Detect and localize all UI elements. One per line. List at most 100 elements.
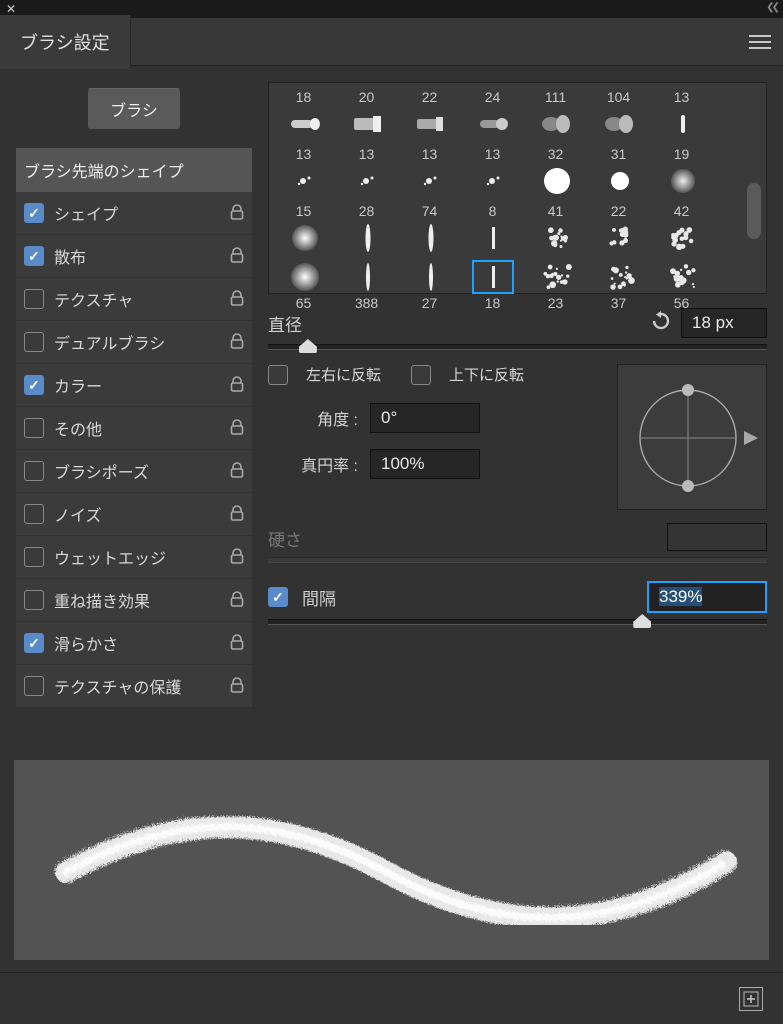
lock-icon[interactable] xyxy=(228,246,248,266)
brush-thumbnail[interactable]: 388 xyxy=(335,257,398,314)
spacing-slider[interactable] xyxy=(268,619,767,625)
new-preset-icon[interactable] xyxy=(739,987,763,1011)
thumb-size: 24 xyxy=(461,88,524,106)
option-row-0[interactable]: シェイプ xyxy=(16,192,252,235)
lock-icon[interactable] xyxy=(228,461,248,481)
option-label: その他 xyxy=(54,416,228,440)
brush-thumbnail[interactable]: 37 xyxy=(587,257,650,314)
brush-thumbnail[interactable]: 19 xyxy=(650,143,713,200)
brush-thumbnail[interactable]: 13 xyxy=(272,143,335,200)
thumb-size: 23 xyxy=(524,294,587,312)
option-checkbox[interactable] xyxy=(24,418,44,438)
thumb-size: 15 xyxy=(272,202,335,220)
option-checkbox[interactable] xyxy=(24,375,44,395)
flip-y-checkbox[interactable] xyxy=(411,365,431,385)
tab-brush-settings[interactable]: ブラシ設定 xyxy=(0,15,131,69)
brush-thumbnail[interactable]: 111 xyxy=(524,86,587,143)
option-checkbox[interactable] xyxy=(24,590,44,610)
brush-tip-shape-header[interactable]: ブラシ先端のシェイプ xyxy=(16,148,252,192)
thumb-size: 13 xyxy=(461,145,524,163)
diameter-slider[interactable] xyxy=(268,344,767,350)
lock-icon[interactable] xyxy=(228,676,248,696)
flip-x-checkbox[interactable] xyxy=(268,365,288,385)
brush-thumbnail[interactable]: 22 xyxy=(398,86,461,143)
option-checkbox[interactable] xyxy=(24,504,44,524)
option-row-3[interactable]: デュアルブラシ xyxy=(16,321,252,364)
brush-thumbnail[interactable]: 18 xyxy=(272,86,335,143)
brush-thumbnail[interactable]: 32 xyxy=(524,143,587,200)
brush-thumbnail[interactable]: 42 xyxy=(650,200,713,257)
hardness-row: 硬さ xyxy=(268,522,767,551)
option-checkbox[interactable] xyxy=(24,461,44,481)
options-list: シェイプ散布テクスチャデュアルブラシカラーその他ブラシポーズノイズウェットエッジ… xyxy=(16,192,252,708)
brush-thumbnail[interactable]: 27 xyxy=(398,257,461,314)
lock-icon[interactable] xyxy=(228,547,248,567)
spacing-input[interactable]: 339% xyxy=(647,581,767,613)
option-label: ノイズ xyxy=(54,502,228,526)
brush-thumbnail[interactable]: 13 xyxy=(650,86,713,143)
option-row-8[interactable]: ウェットエッジ xyxy=(16,536,252,579)
brush-button-label: ブラシ xyxy=(110,103,158,120)
brush-thumbnail[interactable]: 13 xyxy=(398,143,461,200)
brush-thumbnail[interactable]: 65 xyxy=(272,257,335,314)
option-checkbox[interactable] xyxy=(24,633,44,653)
thumb-size: 388 xyxy=(335,294,398,312)
thumb-size: 8 xyxy=(461,202,524,220)
roundness-input[interactable]: 100% xyxy=(370,449,480,479)
option-row-11[interactable]: テクスチャの保護 xyxy=(16,665,252,708)
brush-thumbnail[interactable]: 18 xyxy=(461,257,524,314)
option-row-2[interactable]: テクスチャ xyxy=(16,278,252,321)
brush-thumbnail[interactable]: 31 xyxy=(587,143,650,200)
option-row-7[interactable]: ノイズ xyxy=(16,493,252,536)
option-row-9[interactable]: 重ね描き効果 xyxy=(16,579,252,622)
lock-icon[interactable] xyxy=(228,203,248,223)
option-row-10[interactable]: 滑らかさ xyxy=(16,622,252,665)
option-label: ブラシポーズ xyxy=(54,459,228,483)
option-checkbox[interactable] xyxy=(24,547,44,567)
option-checkbox[interactable] xyxy=(24,289,44,309)
spacing-checkbox[interactable] xyxy=(268,587,288,607)
brush-thumbnail[interactable]: 15 xyxy=(272,200,335,257)
collapse-icon[interactable]: ❮❮ xyxy=(766,2,777,16)
lock-icon[interactable] xyxy=(228,633,248,653)
brush-button[interactable]: ブラシ xyxy=(87,88,181,130)
thumb-size: 20 xyxy=(335,88,398,106)
lock-icon[interactable] xyxy=(228,375,248,395)
brush-thumbnail[interactable]: 22 xyxy=(587,200,650,257)
lock-icon[interactable] xyxy=(228,289,248,309)
brush-thumbnail[interactable]: 56 xyxy=(650,257,713,314)
option-checkbox[interactable] xyxy=(24,203,44,223)
brush-thumbnail[interactable]: 20 xyxy=(335,86,398,143)
brush-thumbnail[interactable]: 13 xyxy=(335,143,398,200)
option-checkbox[interactable] xyxy=(24,332,44,352)
brush-thumbnail[interactable]: 8 xyxy=(461,200,524,257)
brush-thumbnail[interactable]: 28 xyxy=(335,200,398,257)
angle-roundness-dial[interactable] xyxy=(617,364,767,510)
brush-thumbnail[interactable]: 74 xyxy=(398,200,461,257)
option-row-5[interactable]: その他 xyxy=(16,407,252,450)
lock-icon[interactable] xyxy=(228,590,248,610)
thumbnail-scrollbar[interactable] xyxy=(747,183,761,239)
lock-icon[interactable] xyxy=(228,332,248,352)
brush-thumbnail[interactable]: 13 xyxy=(461,143,524,200)
panel-menu-icon[interactable] xyxy=(749,34,771,50)
option-checkbox[interactable] xyxy=(24,246,44,266)
option-row-4[interactable]: カラー xyxy=(16,364,252,407)
brush-thumbnail[interactable]: 23 xyxy=(524,257,587,314)
option-row-1[interactable]: 散布 xyxy=(16,235,252,278)
brush-thumbnail[interactable]: 41 xyxy=(524,200,587,257)
sidebar: ブラシ ブラシ先端のシェイプ シェイプ散布テクスチャデュアルブラシカラーその他ブ… xyxy=(16,82,252,708)
option-row-6[interactable]: ブラシポーズ xyxy=(16,450,252,493)
option-label: 滑らかさ xyxy=(54,631,228,655)
option-label: テクスチャ xyxy=(54,287,228,311)
angle-input[interactable]: 0° xyxy=(370,403,480,433)
option-checkbox[interactable] xyxy=(24,676,44,696)
thumb-size: 65 xyxy=(272,294,335,312)
brush-thumbnail[interactable]: 104 xyxy=(587,86,650,143)
lock-icon[interactable] xyxy=(228,504,248,524)
option-label: テクスチャの保護 xyxy=(54,674,228,698)
panel-footer xyxy=(0,972,783,1024)
thumb-size: 104 xyxy=(587,88,650,106)
lock-icon[interactable] xyxy=(228,418,248,438)
brush-thumbnail[interactable]: 24 xyxy=(461,86,524,143)
